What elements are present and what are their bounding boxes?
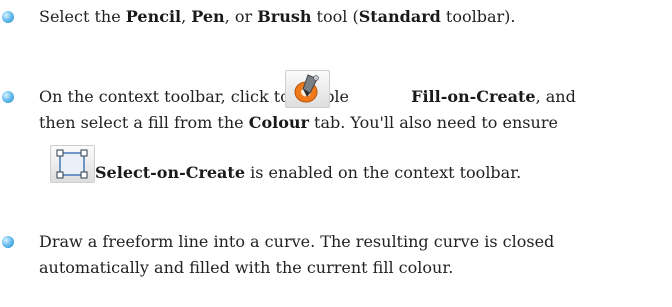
select-on-create-icon <box>50 145 95 183</box>
text-run: toolbar). <box>440 7 516 26</box>
step-3-line-2: automatically and filled with the curren… <box>39 257 453 279</box>
bullet-icon <box>2 91 14 103</box>
text-run: , <box>181 7 192 26</box>
instruction-steps: Select the Pencil, Pen, or Brush tool (S… <box>0 0 672 307</box>
fill-on-create-icon <box>285 70 330 108</box>
bold-run: Pen <box>191 7 225 26</box>
text-run: then select a fill from the <box>39 113 249 132</box>
bullet-icon <box>2 236 14 248</box>
text-run: , or <box>224 7 258 26</box>
text-run: is enabled on the context toolbar. <box>245 163 522 182</box>
bold-run: Pencil <box>125 7 182 26</box>
bold-run: Select-on-Create <box>95 163 245 182</box>
bold-run: Brush <box>257 7 312 26</box>
bold-run: Fill-on-Create <box>411 87 536 106</box>
step-2-line-3: Select-on-Create is enabled on the conte… <box>95 162 521 184</box>
step-2-line-2: then select a fill from the Colour tab. … <box>39 112 558 134</box>
text-run: automatically and filled with the curren… <box>39 258 454 277</box>
text-run: Select the <box>39 7 126 26</box>
step-3-line-1: Draw a freeform line into a curve. The r… <box>39 231 554 253</box>
text-run: tool ( <box>311 7 359 26</box>
step-1-line-1: Select the Pencil, Pen, or Brush tool (S… <box>39 6 515 28</box>
text-run: tab. You'll also need to ensure <box>308 113 558 132</box>
text-run: , and <box>535 87 576 106</box>
bold-run: Standard <box>358 7 441 26</box>
bold-run: Colour <box>248 113 309 132</box>
text-run: Draw a freeform line into a curve. The r… <box>39 232 555 251</box>
bullet-icon <box>2 11 14 23</box>
